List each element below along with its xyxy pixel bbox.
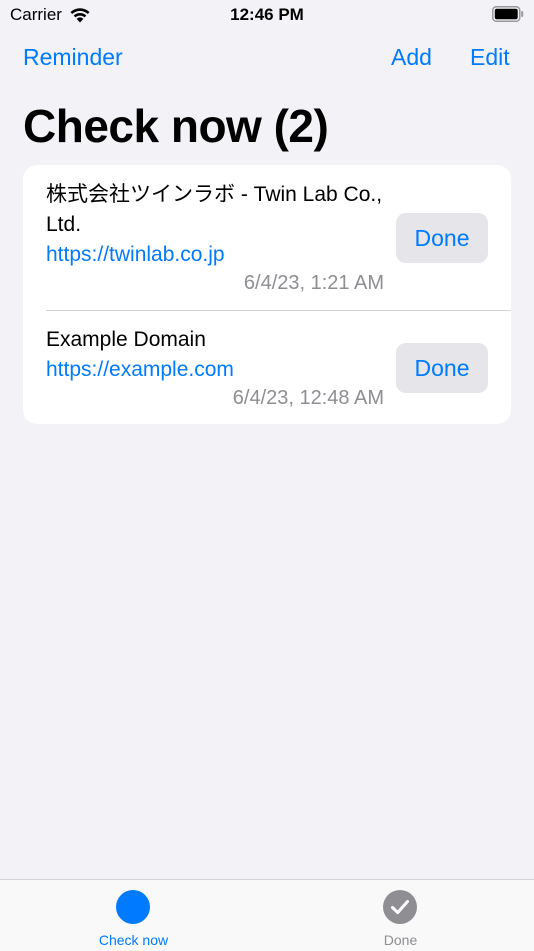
tab-done[interactable]: Done [267,880,534,951]
item-url-link[interactable]: https://example.com [46,355,386,384]
page-title: Check now (2) [23,100,329,152]
status-bar: Carrier 12:46 PM [0,0,534,32]
filled-circle-icon [116,890,150,924]
battery-icon [492,6,524,22]
item-title: 株式会社ツインラボ - Twin Lab Co., Ltd. [46,183,383,236]
list-item[interactable]: Example Domain https://example.com 6/4/2… [23,311,511,424]
status-time: 12:46 PM [230,5,304,24]
edit-button[interactable]: Edit [470,44,510,71]
navigation-bar: Reminder Add Edit [0,44,534,78]
tab-bar: Check now Done [0,879,534,951]
tab-check-now[interactable]: Check now [0,880,267,951]
done-button[interactable]: Done [396,213,488,263]
list-item[interactable]: 株式会社ツインラボ - Twin Lab Co., Ltd. https://t… [23,165,511,310]
item-date: 6/4/23, 1:21 AM [243,272,384,294]
item-date: 6/4/23, 12:48 AM [232,387,384,409]
list-item-text: 株式会社ツインラボ - Twin Lab Co., Ltd. https://t… [46,180,386,297]
list-item-text: Example Domain https://example.com 6/4/2… [46,325,386,412]
tab-label: Check now [98,932,169,948]
checkmark-circle-icon [383,890,417,924]
item-url-link[interactable]: https://twinlab.co.jp [46,240,386,269]
reminder-back-button[interactable]: Reminder [23,44,123,71]
reminder-list: 株式会社ツインラボ - Twin Lab Co., Ltd. https://t… [23,165,511,424]
item-title: Example Domain [46,328,206,351]
add-button[interactable]: Add [391,44,432,71]
tab-label: Done [383,932,418,948]
done-button[interactable]: Done [396,343,488,393]
